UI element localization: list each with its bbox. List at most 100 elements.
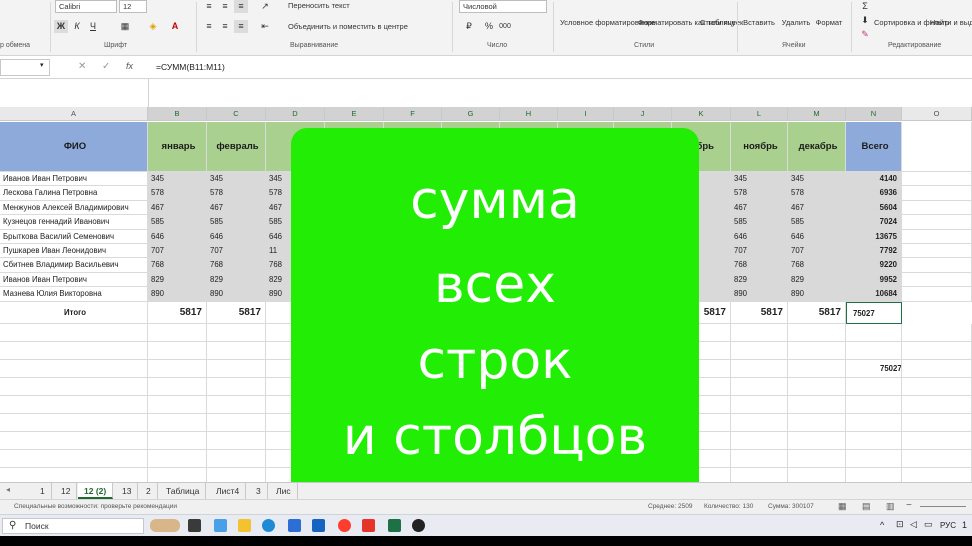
empty-cell[interactable]	[788, 377, 846, 396]
cancel-icon[interactable]: ✕	[78, 61, 86, 72]
empty-cell[interactable]	[207, 377, 266, 396]
sheet-tab[interactable]: 3	[250, 483, 268, 499]
empty-cell[interactable]	[0, 377, 148, 396]
sheet-tab[interactable]: Лист4	[210, 483, 247, 499]
row-total-cell[interactable]: 13675	[846, 229, 902, 244]
table-row-name[interactable]: Пушкарев Иван Леонидович	[0, 244, 148, 259]
table-row-name[interactable]: Менжунов Алексей Владимирович	[0, 200, 148, 216]
empty-cell[interactable]	[207, 395, 266, 414]
sheet-tab[interactable]: 1	[34, 483, 52, 499]
yandex-browser-icon[interactable]	[338, 519, 351, 532]
header-total[interactable]: Всего	[846, 122, 902, 172]
chevron-down-icon[interactable]: ▾	[40, 61, 44, 69]
table-cell[interactable]: 585	[731, 215, 788, 230]
empty-cell[interactable]	[0, 341, 148, 360]
wrap-text-button[interactable]: Переносить текст	[288, 1, 350, 10]
empty-cell[interactable]	[846, 431, 902, 450]
table-cell[interactable]: 345	[148, 172, 207, 187]
table-cell[interactable]: 707	[731, 244, 788, 259]
delete-button[interactable]: Удалить	[778, 18, 814, 27]
page-layout-icon[interactable]: ▤	[862, 501, 871, 512]
extra-total-cell[interactable]: 75027	[846, 359, 902, 378]
network-icon[interactable]: ⊡	[896, 519, 904, 530]
accessibility-status[interactable]: Специальные возможности: проверьте реком…	[14, 503, 177, 510]
table-cell[interactable]: 646	[788, 229, 846, 244]
sheet-tab[interactable]: 12	[55, 483, 78, 499]
column-header-k[interactable]: K	[672, 107, 731, 121]
sheet-tab[interactable]: 2	[140, 483, 158, 499]
table-cell[interactable]: 829	[731, 272, 788, 288]
empty-cell[interactable]	[788, 359, 846, 378]
empty-cell[interactable]	[788, 323, 846, 342]
empty-cell[interactable]	[902, 186, 972, 201]
bold-button[interactable]: Ж	[54, 20, 68, 33]
table-cell[interactable]: 768	[731, 258, 788, 273]
column-header-j[interactable]: J	[614, 107, 672, 121]
empty-cell[interactable]	[207, 323, 266, 342]
table-row-name[interactable]: Иванов Иван Петрович	[0, 272, 148, 288]
empty-cell[interactable]	[731, 395, 788, 414]
empty-cell[interactable]	[731, 413, 788, 432]
empty-cell[interactable]	[148, 323, 207, 342]
empty-cell[interactable]	[902, 287, 972, 302]
empty-cell[interactable]	[788, 431, 846, 450]
empty-cell[interactable]	[148, 359, 207, 378]
table-cell[interactable]: 578	[207, 186, 266, 201]
outlook-icon[interactable]	[312, 519, 325, 532]
table-cell[interactable]: 707	[207, 244, 266, 259]
empty-cell[interactable]	[902, 341, 972, 360]
empty-cell[interactable]	[788, 413, 846, 432]
sheet-tab[interactable]: 13	[116, 483, 139, 499]
font-color-icon[interactable]: A	[168, 20, 182, 33]
tray-chevron-icon[interactable]: ^	[880, 520, 884, 530]
table-cell[interactable]: 890	[788, 287, 846, 302]
table-cell[interactable]: 646	[207, 229, 266, 244]
table-cell[interactable]: 578	[148, 186, 207, 201]
clear-icon[interactable]: ✎	[858, 28, 872, 41]
row-total-cell[interactable]: 9220	[846, 258, 902, 273]
empty-cell[interactable]	[902, 229, 972, 244]
empty-cell[interactable]	[902, 449, 972, 468]
column-header-l[interactable]: L	[731, 107, 788, 121]
empty-cell[interactable]	[148, 431, 207, 450]
table-cell[interactable]: 707	[148, 244, 207, 259]
zoom-out-icon[interactable]: −	[906, 500, 912, 511]
empty-cell[interactable]	[846, 323, 902, 342]
underline-button[interactable]: Ч	[86, 20, 100, 33]
table-cell[interactable]: 890	[148, 287, 207, 302]
align-middle-icon[interactable]: ≡	[218, 0, 232, 13]
empty-cell[interactable]	[902, 431, 972, 450]
table-cell[interactable]: 829	[788, 272, 846, 288]
cell-styles-button[interactable]: Стили ячеек	[700, 18, 743, 27]
table-cell[interactable]: 646	[731, 229, 788, 244]
empty-cell[interactable]	[148, 377, 207, 396]
table-row-name[interactable]: Иванов Иван Петрович	[0, 172, 148, 187]
row-total-cell[interactable]: 6936	[846, 186, 902, 201]
column-header-d[interactable]: D	[266, 107, 325, 121]
sort-filter-button[interactable]: Сортировка и фильтр	[874, 18, 949, 27]
empty-cell[interactable]	[902, 413, 972, 432]
table-cell[interactable]: 578	[788, 186, 846, 201]
table-cell[interactable]: 578	[731, 186, 788, 201]
column-header-g[interactable]: G	[442, 107, 500, 121]
empty-cell[interactable]	[0, 413, 148, 432]
formula-input[interactable]: =СУММ(B11:M11)	[156, 62, 225, 72]
clock[interactable]: 1	[962, 520, 967, 530]
table-cell[interactable]: 345	[731, 172, 788, 187]
empty-cell[interactable]	[902, 172, 972, 187]
table-cell[interactable]: 345	[207, 172, 266, 187]
empty-cell[interactable]	[0, 395, 148, 414]
column-header-h[interactable]: H	[500, 107, 558, 121]
column-header-o[interactable]: O	[902, 107, 972, 121]
table-cell[interactable]: 345	[788, 172, 846, 187]
row-total-cell[interactable]: 10684	[846, 287, 902, 302]
autosum-icon[interactable]: Σ	[858, 0, 872, 13]
thousands-button[interactable]: 000	[498, 20, 512, 33]
empty-cell[interactable]	[902, 323, 972, 342]
row-total-cell[interactable]: 9952	[846, 272, 902, 288]
weather-widget-icon[interactable]	[150, 519, 180, 532]
column-total-cell[interactable]: 5817	[148, 301, 207, 324]
align-right-icon[interactable]: ≡	[234, 20, 248, 33]
empty-cell[interactable]	[788, 341, 846, 360]
edge-icon[interactable]	[262, 519, 275, 532]
